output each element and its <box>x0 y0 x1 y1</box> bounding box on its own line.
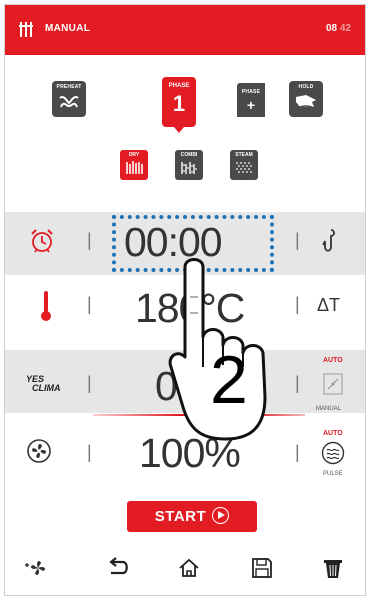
hold-icon <box>296 95 316 109</box>
mode-dry-label: DRY <box>128 152 140 158</box>
pulse-fan-icon[interactable] <box>321 441 345 465</box>
yes-clima-logo[interactable]: YES CLIMA <box>26 375 61 393</box>
save-icon[interactable] <box>251 557 273 579</box>
separator: | <box>87 230 92 250</box>
program-title: MANUAL <box>45 23 91 34</box>
trash-icon[interactable] <box>323 557 343 579</box>
clock: 08 42 <box>326 23 351 34</box>
yes-clima-bottom: CLIMA <box>32 383 61 393</box>
fan-settings-icon[interactable] <box>25 557 51 579</box>
start-label: START <box>154 508 207 525</box>
play-icon <box>212 507 230 524</box>
phase-label: PHASE <box>168 83 190 89</box>
phase-pointer <box>174 127 184 133</box>
combi-icon <box>181 162 197 174</box>
manual-climate-icon[interactable] <box>323 373 343 395</box>
add-phase-label: PHASE <box>241 89 261 95</box>
mode-steam-button[interactable]: STEAM <box>230 150 258 180</box>
clock-minutes: 42 <box>339 23 351 34</box>
separator: | <box>87 373 92 393</box>
clock-hours: 08 <box>325 23 338 34</box>
separator: | <box>295 294 300 314</box>
climate-auto-tag: AUTO <box>323 357 343 364</box>
dry-heat-icon <box>126 161 143 174</box>
header-bar: MANUAL 08 42 <box>5 5 365 55</box>
separator: | <box>87 442 92 462</box>
menu-logo-icon[interactable] <box>19 22 33 37</box>
home-icon[interactable] <box>177 557 201 579</box>
preheat-icon <box>59 96 79 108</box>
delta-t-button[interactable]: ΔT <box>317 295 340 316</box>
separator: | <box>87 294 92 314</box>
pulse-label: PULSE <box>323 471 343 477</box>
separator: | <box>295 373 300 393</box>
hold-button[interactable]: HOLD <box>289 81 323 117</box>
start-button[interactable]: START <box>127 501 257 532</box>
oven-control-screen: MANUAL 08 42 PREHEAT PHASE 1 PHASE + HOL… <box>4 4 366 596</box>
manual-label: MANUAL <box>316 406 342 412</box>
preheat-button[interactable]: PREHEAT <box>52 81 86 117</box>
phase-number: 1 <box>172 91 186 116</box>
back-icon[interactable] <box>105 557 131 579</box>
thermometer-icon[interactable] <box>40 289 52 323</box>
step-number-label: 2 <box>210 342 248 418</box>
plus-icon: + <box>246 97 256 113</box>
mode-combi-label: COMBI <box>180 152 198 158</box>
steam-icon <box>236 162 252 173</box>
hold-label: HOLD <box>298 84 314 90</box>
mode-combi-button[interactable]: COMBI <box>175 150 203 180</box>
mode-dry-button[interactable]: DRY <box>120 150 148 180</box>
fan-icon[interactable] <box>27 439 51 463</box>
fan-auto-tag: AUTO <box>323 430 343 437</box>
phase-1-button[interactable]: PHASE 1 <box>162 77 196 133</box>
mode-steam-label: STEAM <box>235 152 253 158</box>
separator: | <box>295 230 300 250</box>
separator: | <box>295 442 300 462</box>
bottom-toolbar <box>5 545 365 595</box>
preheat-label: PREHEAT <box>56 84 82 90</box>
core-probe-icon[interactable] <box>321 227 337 255</box>
alarm-clock-icon[interactable] <box>29 227 55 255</box>
add-phase-button[interactable]: PHASE + <box>237 83 265 117</box>
